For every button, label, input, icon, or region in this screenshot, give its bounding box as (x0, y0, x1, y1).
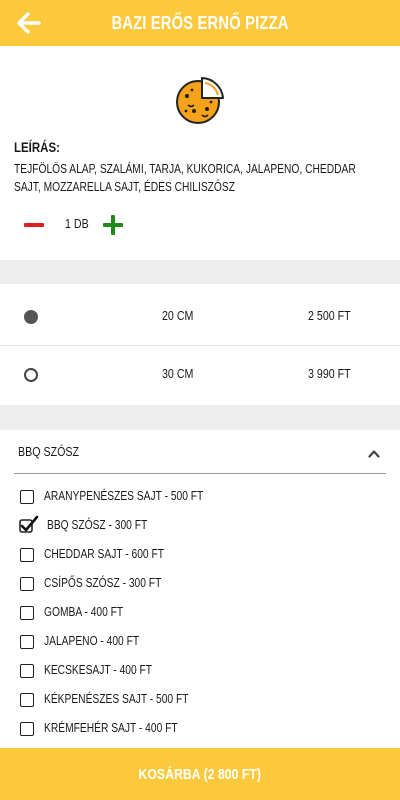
description-text: TEJFÖLÖS ALAP, SZALÁMI, TARJA, KUKORICA,… (14, 162, 356, 194)
checkbox[interactable] (20, 693, 34, 707)
extra-label: CHEDDAR SAJT - 600 FT (44, 547, 164, 561)
extra-label: GOMBA - 400 FT (44, 605, 124, 619)
extras-header[interactable]: BBQ SZÓSZ (18, 444, 92, 459)
extra-label: JALAPENO - 400 FT (44, 634, 140, 648)
checkmark-icon[interactable] (18, 515, 40, 535)
checkbox[interactable] (20, 635, 34, 649)
size-option-30[interactable]: 30 CM 3 990 FT (0, 344, 400, 402)
minus-icon[interactable] (24, 223, 44, 227)
size-label: 20 CM (162, 308, 194, 323)
checkbox[interactable] (20, 577, 34, 591)
radio-unselected-icon[interactable] (24, 368, 38, 382)
pizza-icon (176, 77, 224, 124)
size-options: 20 CM 2 500 FT 30 CM 3 990 FT (0, 284, 400, 405)
chevron-up-icon[interactable] (368, 448, 380, 460)
description-label: LEÍRÁS: (14, 139, 60, 155)
extra-item[interactable]: KÉKPENÉSZES SAJT - 500 FT (0, 689, 400, 715)
extra-item[interactable]: BBQ SZÓSZ - 300 FT (0, 515, 400, 541)
checkbox[interactable] (20, 490, 34, 504)
product-card: LEÍRÁS: TEJFÖLÖS ALAP, SZALÁMI, TARJA, K… (0, 46, 400, 260)
extra-item[interactable]: KECSKESAJT - 400 FT (0, 660, 400, 686)
checkbox[interactable] (20, 548, 34, 562)
extra-item[interactable]: JALAPENO - 400 FT (0, 631, 400, 657)
add-to-cart-button[interactable]: KOSÁRBA (2 800 FT) (0, 748, 400, 800)
extras-panel: BBQ SZÓSZ ARANYPENÉSZES SAJT - 500 FT BB… (0, 430, 400, 748)
extra-item[interactable]: CSÍPŐS SZÓSZ - 300 FT (0, 573, 400, 599)
extra-item[interactable]: KRÉMFEHÉR SAJT - 400 FT (0, 718, 400, 744)
checkbox[interactable] (20, 606, 34, 620)
quantity-stepper: 1 DB (0, 210, 400, 238)
size-price: 2 500 FT (308, 308, 351, 323)
extra-label: BBQ SZÓSZ - 300 FT (47, 518, 148, 532)
extra-item[interactable]: GOMBA - 400 FT (0, 602, 400, 628)
checkbox[interactable] (20, 722, 34, 736)
extra-label: KECSKESAJT - 400 FT (44, 663, 153, 677)
app-header: BAZI ERŐS ERNŐ PIZZA (0, 0, 400, 46)
radio-selected-icon[interactable] (24, 310, 38, 324)
extra-label: ARANYPENÉSZES SAJT - 500 FT (44, 489, 204, 503)
arrow-left-icon[interactable] (16, 10, 42, 36)
extra-item[interactable]: CHEDDAR SAJT - 600 FT (0, 544, 400, 570)
size-price: 3 990 FT (308, 366, 351, 381)
checkbox[interactable] (20, 664, 34, 678)
extra-item[interactable]: ARANYPENÉSZES SAJT - 500 FT (0, 486, 400, 512)
extra-label: KÉKPENÉSZES SAJT - 500 FT (44, 692, 189, 706)
extra-label: CSÍPŐS SZÓSZ - 300 FT (44, 576, 162, 590)
extra-label: KRÉMFEHÉR SAJT - 400 FT (44, 721, 178, 735)
quantity-value: 1 DB (65, 216, 89, 231)
page-title: BAZI ERŐS ERNŐ PIZZA (111, 12, 289, 33)
divider (14, 473, 386, 474)
size-option-20[interactable]: 20 CM 2 500 FT (0, 286, 400, 346)
size-label: 30 CM (162, 366, 194, 381)
plus-icon[interactable] (103, 215, 123, 235)
add-to-cart-label: KOSÁRBA (2 800 FT) (138, 765, 262, 783)
